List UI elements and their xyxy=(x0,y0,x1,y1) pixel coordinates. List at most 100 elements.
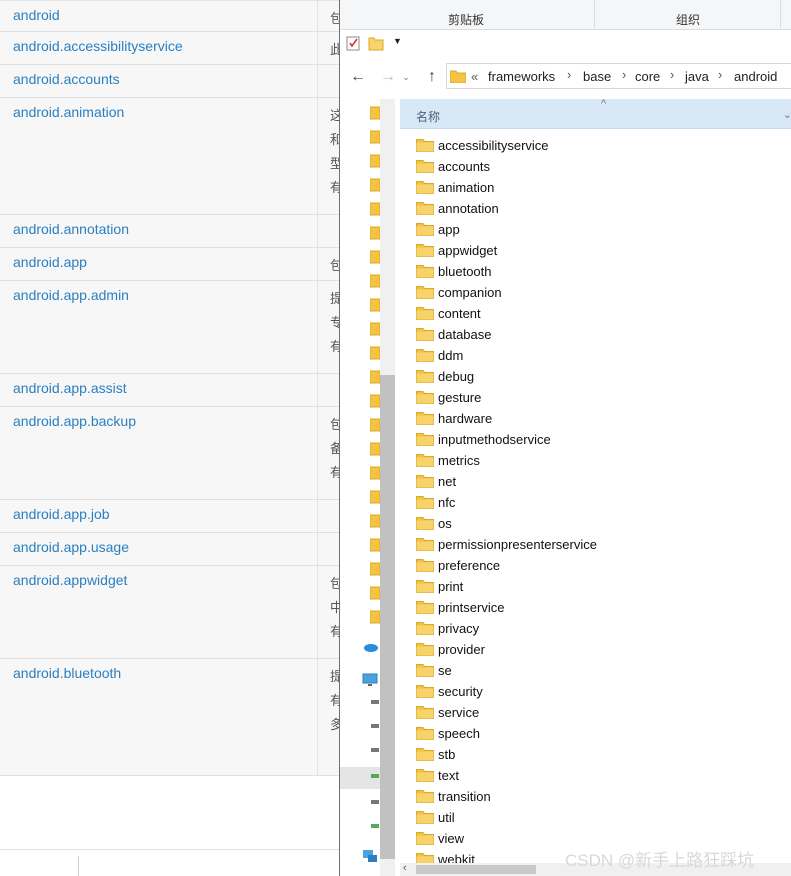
list-item[interactable]: database xyxy=(416,324,786,345)
folder-icon[interactable] xyxy=(370,226,380,240)
list-item[interactable]: text xyxy=(416,765,786,786)
folder-icon[interactable] xyxy=(370,586,380,600)
list-item[interactable]: metrics xyxy=(416,450,786,471)
list-item[interactable]: appwidget xyxy=(416,240,786,261)
folder-icon[interactable] xyxy=(370,322,380,336)
list-item[interactable]: permissionpresenterservice xyxy=(416,534,786,555)
list-item[interactable]: speech xyxy=(416,723,786,744)
folder-icon[interactable] xyxy=(370,466,380,480)
list-item[interactable]: content xyxy=(416,303,786,324)
list-item[interactable]: companion xyxy=(416,282,786,303)
folder-icon[interactable] xyxy=(370,490,380,504)
drive-icon[interactable] xyxy=(370,771,388,785)
list-item[interactable]: privacy xyxy=(416,618,786,639)
list-item[interactable]: transition xyxy=(416,786,786,807)
column-dropdown-icon[interactable]: ⌄ xyxy=(783,108,791,121)
back-arrow-icon[interactable]: ← xyxy=(348,66,368,88)
breadcrumb-chevron-icon[interactable]: › xyxy=(622,67,626,82)
column-header-name[interactable]: 名称 xyxy=(416,108,440,125)
list-item[interactable]: preference xyxy=(416,555,786,576)
folder-icon[interactable] xyxy=(370,394,380,408)
package-link[interactable]: android.app.job xyxy=(13,506,110,522)
list-item[interactable]: se xyxy=(416,660,786,681)
breadcrumb-item[interactable]: frameworks xyxy=(488,69,555,84)
list-item[interactable]: inputmethodservice xyxy=(416,429,786,450)
breadcrumb-chevron-icon[interactable]: › xyxy=(567,67,571,82)
folder-icon[interactable] xyxy=(370,106,380,120)
list-item[interactable]: bluetooth xyxy=(416,261,786,282)
list-item[interactable]: stb xyxy=(416,744,786,765)
folder-icon[interactable] xyxy=(370,250,380,264)
package-link[interactable]: android.accessibilityservice xyxy=(13,38,183,54)
scroll-left-icon[interactable]: ‹ xyxy=(403,862,407,874)
package-link[interactable]: android.accounts xyxy=(13,71,120,87)
folder-icon[interactable] xyxy=(370,514,380,528)
folder-icon[interactable] xyxy=(370,202,380,216)
list-item[interactable]: app xyxy=(416,219,786,240)
breadcrumb-chevron-icon[interactable]: › xyxy=(718,67,722,82)
list-item[interactable]: service xyxy=(416,702,786,723)
up-arrow-icon[interactable]: ↑ xyxy=(422,66,442,88)
new-folder-icon[interactable] xyxy=(368,35,384,56)
breadcrumb-item[interactable]: android xyxy=(734,69,777,84)
list-item[interactable]: net xyxy=(416,471,786,492)
recent-locations-chevron-icon[interactable]: ⌄ xyxy=(396,66,416,88)
package-link[interactable]: android.animation xyxy=(13,104,124,120)
network-icon[interactable] xyxy=(362,849,380,863)
breadcrumb-item[interactable]: core xyxy=(635,69,660,84)
package-link[interactable]: android.app.backup xyxy=(13,413,136,429)
list-item[interactable]: os xyxy=(416,513,786,534)
package-link[interactable]: android.app.admin xyxy=(13,287,129,303)
package-link[interactable]: android.app.usage xyxy=(13,539,129,555)
list-item[interactable]: security xyxy=(416,681,786,702)
package-link[interactable]: android.bluetooth xyxy=(13,665,121,681)
forward-arrow-icon[interactable]: → xyxy=(378,66,398,88)
onedrive-icon[interactable] xyxy=(364,642,382,656)
folder-icon[interactable] xyxy=(370,370,380,384)
package-link[interactable]: android.appwidget xyxy=(13,572,127,588)
breadcrumb-overflow[interactable]: « xyxy=(471,69,478,84)
customize-toolbar-dropdown-icon[interactable]: ▼ xyxy=(393,36,402,46)
package-link[interactable]: android.app.assist xyxy=(13,380,127,396)
folder-icon[interactable] xyxy=(370,562,380,576)
list-item[interactable]: accounts xyxy=(416,156,786,177)
horizontal-scroll-thumb[interactable] xyxy=(416,865,536,874)
folder-icon[interactable] xyxy=(370,442,380,456)
drive-icon[interactable] xyxy=(370,697,388,711)
folder-icon[interactable] xyxy=(370,274,380,288)
list-item[interactable]: provider xyxy=(416,639,786,660)
drive-icon[interactable] xyxy=(370,797,388,811)
list-item[interactable]: gesture xyxy=(416,387,786,408)
folder-icon[interactable] xyxy=(370,346,380,360)
drive-icon[interactable] xyxy=(370,721,388,735)
list-item[interactable]: hardware xyxy=(416,408,786,429)
folder-icon[interactable] xyxy=(370,154,380,168)
list-item[interactable]: accessibilityservice xyxy=(416,135,786,156)
package-link[interactable]: android xyxy=(13,7,60,23)
list-item[interactable]: printservice xyxy=(416,597,786,618)
folder-icon[interactable] xyxy=(370,298,380,312)
properties-icon[interactable] xyxy=(346,35,360,56)
folder-icon[interactable] xyxy=(370,130,380,144)
breadcrumb-chevron-icon[interactable]: › xyxy=(670,67,674,82)
list-item[interactable]: print xyxy=(416,576,786,597)
list-item[interactable]: nfc xyxy=(416,492,786,513)
folder-icon[interactable] xyxy=(370,418,380,432)
drive-icon[interactable] xyxy=(370,821,388,835)
list-item[interactable]: annotation xyxy=(416,198,786,219)
breadcrumb-item[interactable]: java xyxy=(685,69,709,84)
nav-pane-scroll-thumb[interactable] xyxy=(380,375,395,859)
address-bar[interactable]: « frameworks › base › core › java › android xyxy=(446,63,791,89)
breadcrumb-item[interactable]: base xyxy=(583,69,611,84)
list-item[interactable]: animation xyxy=(416,177,786,198)
list-item[interactable]: ddm xyxy=(416,345,786,366)
list-item[interactable]: debug xyxy=(416,366,786,387)
this-pc-icon[interactable] xyxy=(362,673,380,687)
package-link[interactable]: android.annotation xyxy=(13,221,129,237)
folder-icon[interactable] xyxy=(370,178,380,192)
folder-icon[interactable] xyxy=(370,538,380,552)
list-item[interactable]: util xyxy=(416,807,786,828)
package-link[interactable]: android.app xyxy=(13,254,87,270)
folder-icon[interactable] xyxy=(370,610,380,624)
drive-icon[interactable] xyxy=(370,745,388,759)
